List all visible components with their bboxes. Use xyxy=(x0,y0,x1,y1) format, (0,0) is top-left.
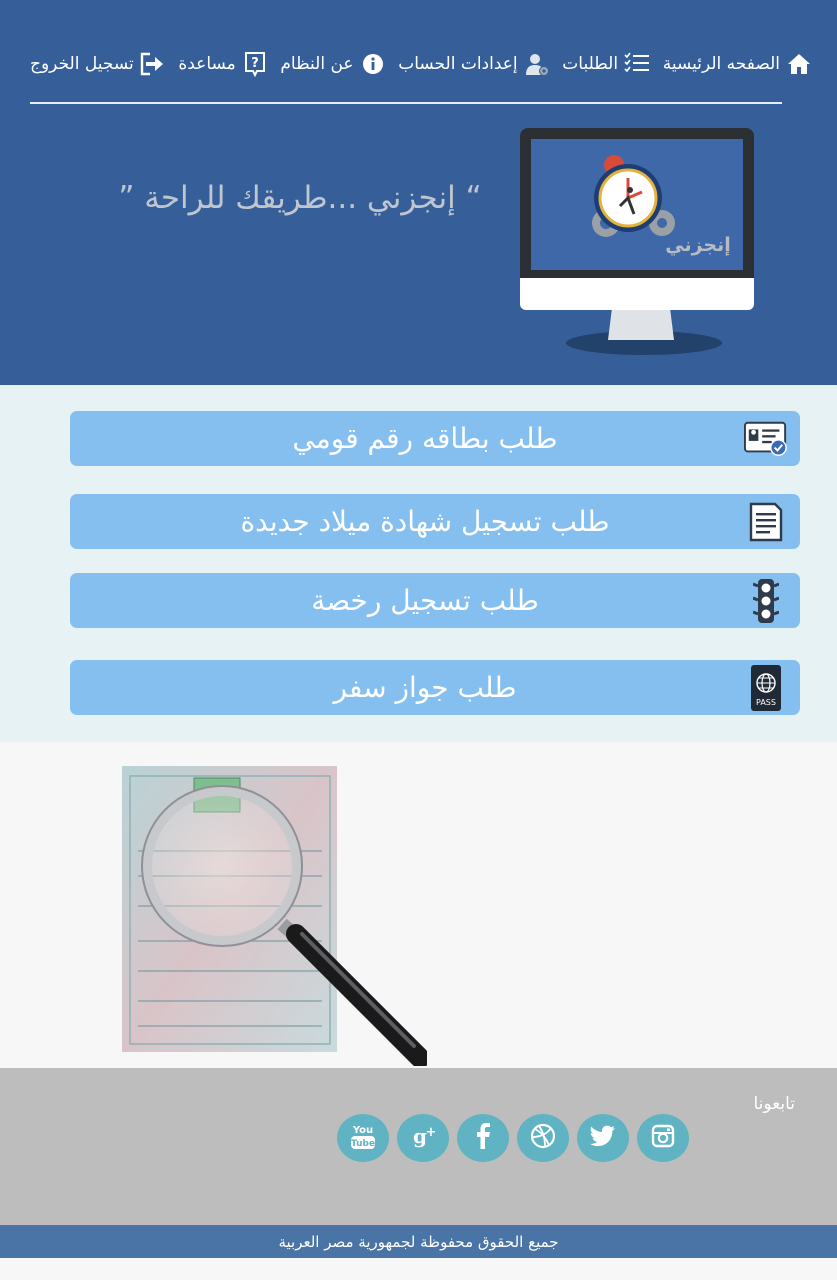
help-icon: ? xyxy=(242,51,268,77)
service-birth-certificate-button[interactable]: طلب تسجيل شهادة ميلاد جديدة xyxy=(70,494,800,549)
nav-requests-label: الطلبات xyxy=(562,54,619,74)
nav-logout-label: تسجيل الخروج xyxy=(30,54,134,74)
dribbble-link[interactable] xyxy=(517,1114,569,1162)
checklist-icon xyxy=(624,51,650,77)
service-license-label: طلب تسجيل رخصة xyxy=(311,584,539,617)
main-nav: الصفحه الرئيسية الطلبات إعدادات الحساب ع… xyxy=(30,42,812,86)
nav-account-settings[interactable]: إعدادات الحساب xyxy=(398,51,549,77)
id-card-icon xyxy=(744,418,788,460)
youtube-icon: You Tube xyxy=(349,1121,377,1155)
svg-text:Tube: Tube xyxy=(351,1139,375,1149)
info-icon xyxy=(360,51,386,77)
user-settings-icon xyxy=(524,51,550,77)
nav-home[interactable]: الصفحه الرئيسية xyxy=(663,51,812,77)
google-plus-icon: g + xyxy=(409,1124,437,1152)
service-passport-button[interactable]: PASS طلب جواز سفر xyxy=(70,660,800,715)
nav-logout[interactable]: تسجيل الخروج xyxy=(30,51,166,77)
svg-text:?: ? xyxy=(251,56,259,71)
monitor-illustration: إنجزني xyxy=(520,128,756,358)
passport-icon-text: PASS xyxy=(756,698,776,707)
facebook-icon xyxy=(475,1123,491,1153)
document-magnifier-image xyxy=(122,766,430,1068)
document-icon xyxy=(744,501,788,543)
social-links: You Tube g + xyxy=(337,1114,689,1162)
nav-help-label: مساعدة xyxy=(178,54,236,74)
nav-home-label: الصفحه الرئيسية xyxy=(662,54,780,74)
svg-text:You: You xyxy=(352,1125,373,1136)
dribbble-icon xyxy=(530,1123,556,1153)
service-passport-label: طلب جواز سفر xyxy=(333,671,517,704)
youtube-link[interactable]: You Tube xyxy=(337,1114,389,1162)
svg-text:+: + xyxy=(426,1125,437,1140)
copyright-bar: جميع الحقوق محفوظة لجمهورية مصر العربية xyxy=(0,1225,837,1258)
nav-account-settings-label: إعدادات الحساب xyxy=(398,54,518,74)
hero-slogan: “ إنجزني ...طريقك للراحة ” xyxy=(118,180,482,216)
service-birth-certificate-label: طلب تسجيل شهادة ميلاد جديدة xyxy=(240,505,610,538)
header: الصفحه الرئيسية الطلبات إعدادات الحساب ع… xyxy=(0,0,837,385)
twitter-link[interactable] xyxy=(577,1114,629,1162)
nav-divider xyxy=(30,102,782,104)
nav-about-label: عن النظام xyxy=(280,54,354,74)
home-icon xyxy=(786,51,812,77)
logout-icon xyxy=(140,51,166,77)
service-national-id-button[interactable]: طلب بطاقه رقم قومي xyxy=(70,411,800,466)
service-national-id-label: طلب بطاقه رقم قومي xyxy=(292,422,558,455)
google-plus-link[interactable]: g + xyxy=(397,1114,449,1162)
passport-icon: PASS xyxy=(744,665,788,711)
logo-text: إنجزني xyxy=(665,234,731,256)
service-license-button[interactable]: طلب تسجيل رخصة xyxy=(70,573,800,628)
nav-requests[interactable]: الطلبات xyxy=(562,51,650,77)
instagram-link[interactable] xyxy=(637,1114,689,1162)
facebook-link[interactable] xyxy=(457,1114,509,1162)
nav-help[interactable]: ? مساعدة xyxy=(178,51,267,77)
instagram-icon xyxy=(651,1124,675,1152)
follow-us-label: تابعونا xyxy=(753,1094,795,1114)
traffic-light-icon xyxy=(744,579,788,623)
twitter-icon xyxy=(589,1125,616,1151)
nav-about[interactable]: عن النظام xyxy=(280,51,385,77)
footer: تابعونا You Tube g + xyxy=(0,1068,837,1225)
